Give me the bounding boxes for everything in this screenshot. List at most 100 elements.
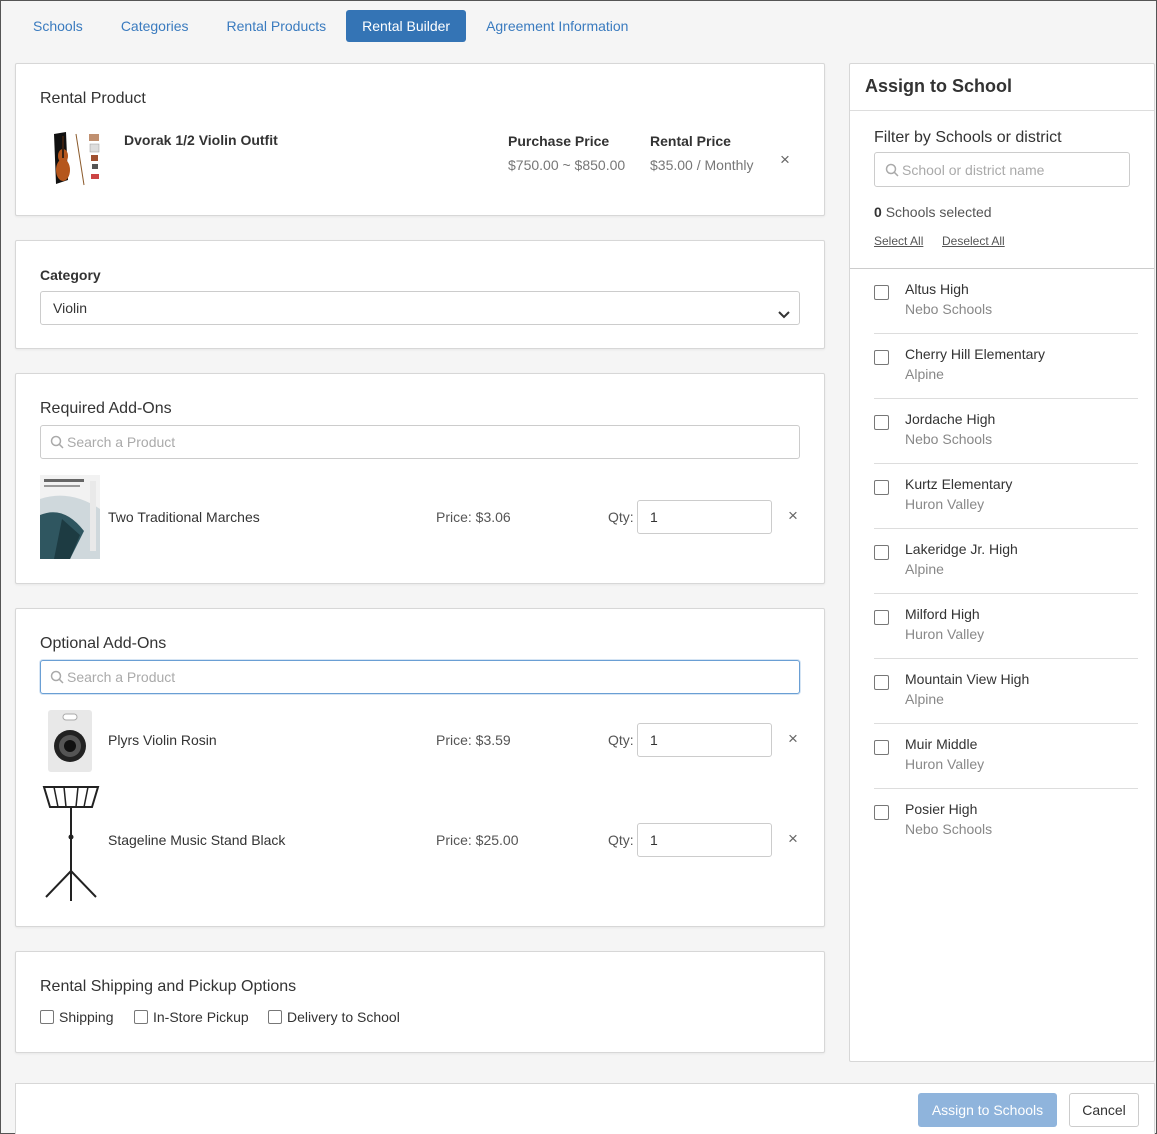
rental-product-name: Dvorak 1/2 Violin Outfit — [124, 132, 278, 148]
required-addons-search-input[interactable] — [67, 426, 787, 458]
school-district: Huron Valley — [905, 756, 985, 772]
required-addons-search[interactable] — [40, 425, 800, 459]
school-checkbox[interactable] — [874, 545, 889, 560]
school-district: Huron Valley — [905, 626, 985, 642]
remove-required-addon-icon[interactable]: × — [788, 507, 798, 524]
category-select[interactable]: Violin — [40, 291, 800, 325]
delivery-to-school-checkbox[interactable] — [268, 1010, 282, 1024]
school-district: Nebo Schools — [905, 301, 993, 317]
shipping-checkbox[interactable] — [40, 1010, 54, 1024]
school-checkbox[interactable] — [874, 675, 889, 690]
school-search-input[interactable] — [902, 153, 1122, 186]
school-name: Jordache High — [905, 411, 996, 427]
required-addon-qty-label: Qty: — [608, 509, 634, 525]
tab-rental-products[interactable]: Rental Products — [209, 10, 345, 42]
school-name: Kurtz Elementary — [905, 476, 1013, 492]
school-row[interactable]: Kurtz Elementary Huron Valley — [874, 464, 1138, 529]
purchase-price-label: Purchase Price — [508, 133, 610, 149]
rental-product-title: Rental Product — [40, 90, 146, 107]
rental-price-value: $35.00 / Monthly — [650, 157, 754, 173]
select-all-link[interactable]: Select All — [874, 234, 923, 248]
school-district: Nebo Schools — [905, 431, 993, 447]
music-stand-thumbnail — [40, 779, 102, 906]
panel-divider — [850, 110, 1154, 111]
in-store-pickup-label: In-Store Pickup — [153, 1009, 249, 1025]
school-row[interactable]: Altus High Nebo Schools — [874, 269, 1138, 334]
required-addons-card: Required Add-Ons Two Traditional Marches… — [15, 373, 825, 584]
filter-label: Filter by Schools or district — [874, 129, 1062, 146]
required-addons-title: Required Add-Ons — [40, 400, 172, 417]
school-checkbox[interactable] — [874, 350, 889, 365]
selected-count-suffix: Schools selected — [885, 204, 992, 220]
required-addon-name: Two Traditional Marches — [108, 509, 260, 525]
assign-panel-title: Assign to School — [865, 76, 1013, 96]
school-name: Altus High — [905, 281, 969, 297]
violin-product-image — [46, 130, 102, 191]
remove-optional-addon-icon-2[interactable]: × — [788, 830, 798, 847]
optional-addons-search-input[interactable] — [67, 661, 787, 693]
delivery-to-school-option[interactable]: Delivery to School — [268, 1009, 400, 1025]
in-store-pickup-option[interactable]: In-Store Pickup — [134, 1009, 249, 1025]
cancel-button[interactable]: Cancel — [1069, 1093, 1139, 1127]
search-icon — [50, 670, 64, 687]
school-row[interactable]: Jordache High Nebo Schools — [874, 399, 1138, 464]
optional-addon-qty-input-2[interactable] — [637, 823, 772, 857]
school-name: Cherry Hill Elementary — [905, 346, 1046, 362]
search-icon — [885, 163, 899, 180]
school-name: Lakeridge Jr. High — [905, 541, 1018, 557]
required-addon-qty-input[interactable] — [637, 500, 772, 534]
chevron-down-icon — [777, 301, 791, 333]
optional-addon-price-1: Price: $3.59 — [436, 732, 511, 748]
school-checkbox[interactable] — [874, 480, 889, 495]
school-district: Huron Valley — [905, 496, 985, 512]
sheet-music-thumbnail — [40, 475, 100, 562]
optional-addons-search[interactable] — [40, 660, 800, 694]
tab-rental-builder[interactable]: Rental Builder — [346, 10, 467, 42]
optional-addon-name-1: Plyrs Violin Rosin — [108, 732, 217, 748]
school-row[interactable]: Cherry Hill Elementary Alpine — [874, 334, 1138, 399]
delivery-to-school-label: Delivery to School — [287, 1009, 400, 1025]
optional-addon-qty-input-1[interactable] — [637, 723, 772, 757]
assign-to-schools-button[interactable]: Assign to Schools — [918, 1093, 1057, 1127]
school-row[interactable]: Mountain View High Alpine — [874, 659, 1138, 724]
school-checkbox[interactable] — [874, 415, 889, 430]
school-name: Muir Middle — [905, 736, 978, 752]
deselect-all-link[interactable]: Deselect All — [942, 234, 1005, 248]
optional-addons-card: Optional Add-Ons Plyrs Violin Rosin Pric… — [15, 608, 825, 927]
remove-optional-addon-icon-1[interactable]: × — [788, 730, 798, 747]
school-checkbox[interactable] — [874, 285, 889, 300]
school-district: Alpine — [905, 561, 944, 577]
school-row[interactable]: Lakeridge Jr. High Alpine — [874, 529, 1138, 594]
optional-addons-title: Optional Add-Ons — [40, 635, 167, 652]
school-row[interactable]: Posier High Nebo Schools — [874, 789, 1138, 854]
school-name: Mountain View High — [905, 671, 1030, 687]
shipping-option[interactable]: Shipping — [40, 1009, 114, 1025]
rental-price-label: Rental Price — [650, 133, 731, 149]
category-label: Category — [40, 267, 101, 283]
search-icon — [50, 435, 64, 452]
optional-addon-name-2: Stageline Music Stand Black — [108, 832, 286, 848]
assign-to-school-panel: Assign to School Filter by Schools or di… — [849, 63, 1155, 1062]
school-checkbox[interactable] — [874, 740, 889, 755]
selected-count-number: 0 — [874, 204, 882, 220]
school-name: Posier High — [905, 801, 978, 817]
school-checkbox[interactable] — [874, 805, 889, 820]
school-name: Milford High — [905, 606, 980, 622]
shipping-option-label: Shipping — [59, 1009, 114, 1025]
school-district: Nebo Schools — [905, 821, 993, 837]
tab-schools[interactable]: Schools — [15, 10, 101, 42]
school-checkbox[interactable] — [874, 610, 889, 625]
category-selected-value: Violin — [53, 300, 87, 316]
school-search[interactable] — [874, 152, 1130, 187]
in-store-pickup-checkbox[interactable] — [134, 1010, 148, 1024]
nav-tabs: Schools Categories Rental Products Renta… — [15, 10, 648, 42]
tab-categories[interactable]: Categories — [103, 10, 207, 42]
optional-addon-qty-label-2: Qty: — [608, 832, 634, 848]
footer-bar: Assign to Schools Cancel — [15, 1083, 1155, 1134]
tab-agreement-information[interactable]: Agreement Information — [468, 10, 646, 42]
school-row[interactable]: Muir Middle Huron Valley — [874, 724, 1138, 789]
remove-product-icon[interactable]: × — [780, 151, 790, 168]
school-row[interactable]: Milford High Huron Valley — [874, 594, 1138, 659]
optional-addon-qty-label-1: Qty: — [608, 732, 634, 748]
required-addon-price: Price: $3.06 — [436, 509, 511, 525]
